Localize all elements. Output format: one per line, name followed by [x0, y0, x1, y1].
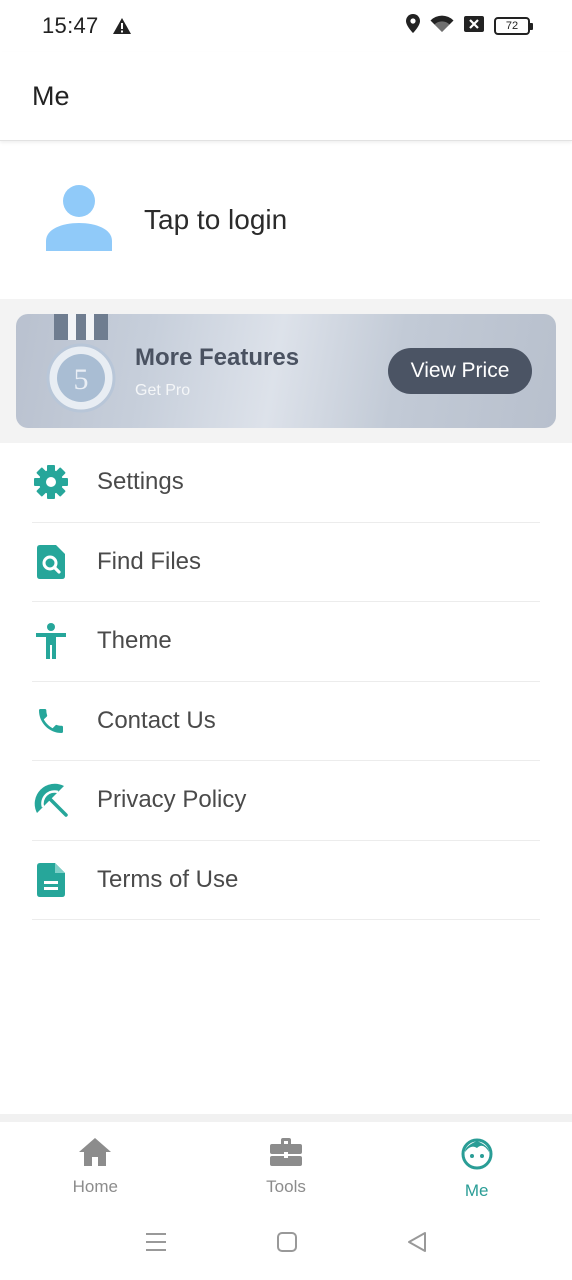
menu-item-label: Terms of Use [97, 865, 239, 893]
menu-item-label: Settings [97, 468, 184, 496]
page-title: Me [32, 80, 70, 111]
toolbox-icon [270, 1138, 302, 1171]
promo-title: More Features [135, 344, 300, 371]
menu-icon[interactable] [145, 1232, 167, 1257]
nav-label: Home [72, 1177, 119, 1196]
menu-item-find-files[interactable]: Find Files [32, 523, 540, 602]
nav-home[interactable]: Home [0, 1122, 191, 1208]
menu-item-settings[interactable]: Settings [32, 443, 540, 523]
bottom-divider [0, 1114, 572, 1122]
menu-item-label: Privacy Policy [97, 786, 247, 814]
menu-item-contact-us[interactable]: Contact Us [32, 682, 540, 761]
nav-tools[interactable]: Tools [191, 1122, 382, 1208]
login-label: Tap to login [144, 204, 288, 235]
status-time: 15:47 [42, 13, 99, 38]
menu-item-privacy-policy[interactable]: Privacy Policy [32, 761, 540, 841]
file-search-icon [32, 543, 70, 581]
svg-text:5: 5 [74, 363, 89, 396]
nav-me[interactable]: Me [381, 1122, 572, 1208]
home-square-icon[interactable] [276, 1231, 298, 1258]
phone-icon [32, 702, 70, 740]
medal-icon: 5 [46, 314, 116, 419]
accessibility-icon [32, 622, 70, 660]
login-row[interactable]: Tap to login [0, 141, 572, 299]
promo-subtitle: Get Pro [135, 382, 191, 399]
nav-label: Tools [266, 1177, 306, 1196]
battery-level: 72 [505, 20, 519, 32]
location-icon [406, 13, 420, 39]
warning-icon [112, 18, 131, 34]
promo-section: 5 More Features Get Pro View Price [0, 299, 572, 443]
back-icon[interactable] [407, 1231, 427, 1258]
menu-item-theme[interactable]: Theme [32, 602, 540, 682]
nav-label: Me [464, 1181, 489, 1200]
bottom-nav: Home Tools Me [0, 1122, 572, 1208]
pro-banner[interactable]: 5 More Features Get Pro View Price [16, 314, 556, 428]
status-icons: 72 [406, 13, 533, 39]
menu-item-label: Theme [97, 627, 172, 655]
avatar-icon [46, 184, 112, 256]
wifi-icon [430, 13, 454, 39]
document-icon [32, 861, 70, 899]
system-nav-bar [0, 1208, 572, 1280]
app-bar: Me [0, 52, 572, 141]
view-price-button[interactable]: View Price [388, 348, 532, 394]
menu-item-label: Contact Us [97, 706, 216, 734]
home-icon [79, 1138, 112, 1171]
battery-icon: 72 [494, 17, 533, 35]
gear-icon [32, 463, 70, 501]
status-bar: 15:47 72 [0, 0, 572, 52]
menu-list: Settings Find Files Theme Contact Us Pri… [0, 443, 572, 920]
no-sim-icon [464, 13, 484, 39]
menu-item-label: Find Files [97, 547, 202, 575]
umbrella-icon [32, 781, 70, 819]
menu-item-terms-of-use[interactable]: Terms of Use [32, 841, 540, 920]
face-icon [461, 1138, 493, 1175]
